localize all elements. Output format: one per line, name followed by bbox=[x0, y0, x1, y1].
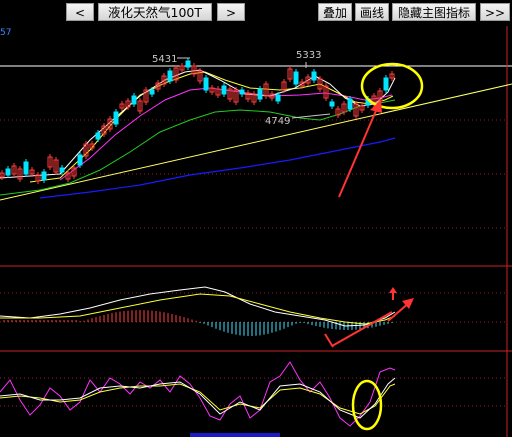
annotation-arrow-macd-1-tail bbox=[324, 333, 334, 348]
candle-body bbox=[59, 167, 65, 173]
candlesticks bbox=[0, 58, 395, 184]
candle-body bbox=[113, 111, 119, 125]
more-button[interactable]: >> bbox=[480, 3, 510, 21]
candle-body bbox=[275, 94, 281, 102]
annotation-arrow-macd-1 bbox=[331, 311, 393, 347]
draw-line-button[interactable]: 画线 bbox=[355, 3, 389, 21]
candle-body bbox=[203, 77, 209, 91]
candle-body bbox=[383, 77, 389, 91]
kline-chart[interactable]: 5431 5333 4749 bbox=[0, 26, 512, 437]
next-symbol-button[interactable]: > bbox=[217, 3, 245, 21]
candle-body bbox=[95, 132, 101, 140]
candle-body bbox=[41, 171, 47, 181]
high-price-label: 5431 bbox=[152, 54, 177, 65]
peak-price-label: 5333 bbox=[296, 50, 321, 61]
arrow-up-icon bbox=[389, 287, 397, 300]
toolbar: < 液化天然气100T > 叠加 画线 隐藏主图指标 >> bbox=[0, 0, 512, 26]
ma-magenta-line bbox=[59, 87, 393, 181]
candle-body bbox=[329, 101, 335, 107]
candle-body bbox=[221, 85, 227, 95]
highlight-circle-main bbox=[360, 62, 424, 110]
candle-body bbox=[149, 89, 155, 95]
candle-body bbox=[167, 70, 173, 82]
candle-body bbox=[23, 161, 29, 175]
candle-body bbox=[77, 154, 83, 166]
overlay-button[interactable]: 叠加 bbox=[318, 3, 352, 21]
candle-body bbox=[347, 98, 353, 110]
osc-magenta-line bbox=[0, 361, 396, 427]
highlight-circle-oscillator bbox=[351, 379, 383, 431]
scroll-indicator[interactable] bbox=[190, 433, 280, 437]
osc-white-line bbox=[0, 377, 396, 419]
prev-symbol-button[interactable]: < bbox=[66, 3, 94, 21]
macd-dea-line bbox=[0, 293, 396, 325]
candle-body bbox=[293, 71, 299, 85]
symbol-title: 液化天然气100T bbox=[98, 3, 212, 21]
candle-body bbox=[257, 88, 263, 100]
hide-main-indicator-button[interactable]: 隐藏主图指标 bbox=[392, 3, 476, 21]
candle-body bbox=[185, 60, 191, 68]
candle-body bbox=[131, 95, 137, 105]
candle-body bbox=[311, 71, 317, 81]
low-price-label: 4749 bbox=[265, 116, 290, 127]
low-price-pointer bbox=[291, 113, 331, 119]
candle-body bbox=[239, 89, 245, 95]
candle-body bbox=[5, 168, 11, 176]
